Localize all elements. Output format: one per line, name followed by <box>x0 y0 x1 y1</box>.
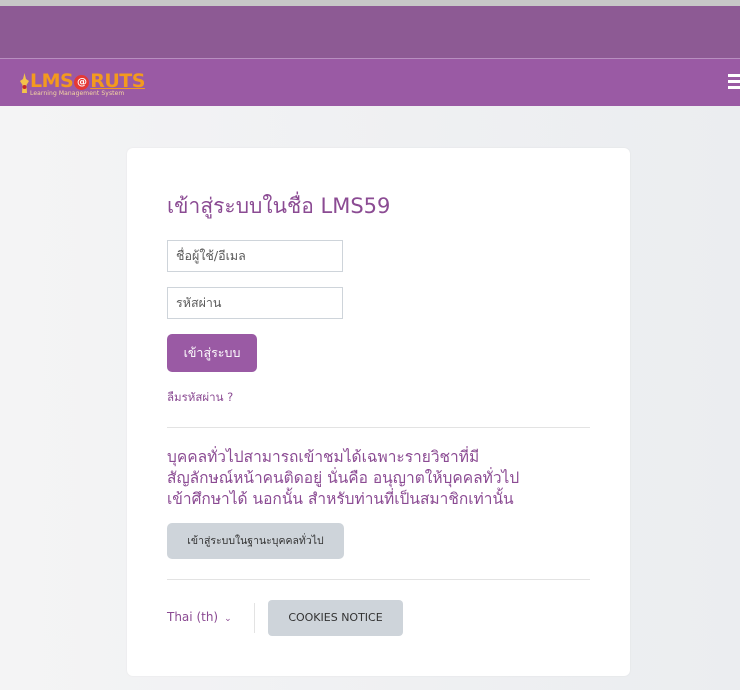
cookies-notice-button[interactable]: COOKIES NOTICE <box>268 600 403 636</box>
logo-subtitle: Learning Management System <box>30 90 125 97</box>
guest-info-line: สัญลักษณ์หน้าคนติดอยู่ นั่นคือ อนุญาตให้… <box>167 469 520 487</box>
language-label: Thai (th) <box>167 610 219 624</box>
login-title: เข้าสู่ระบบในชื่อ LMS59 <box>167 194 391 218</box>
footer-separator <box>254 603 255 633</box>
forgot-password-link[interactable]: ลืมรหัสผ่าน ? <box>167 389 233 407</box>
navbar: LMS @ RUTS Learning Management System <box>0 58 740 106</box>
guest-info-text: บุคคลทั่วไปสามารถเข้าชมได้เฉพาะรายวิชาที… <box>167 447 597 510</box>
login-button[interactable]: เข้าสู่ระบบ <box>167 334 257 372</box>
login-card: เข้าสู่ระบบในชื่อ LMS59 ชื่อผู้ใช้/อีเมล… <box>127 148 630 676</box>
divider <box>167 427 590 428</box>
password-input[interactable]: รหัสผ่าน <box>167 287 343 319</box>
language-selector[interactable]: Thai (th) ⌄ <box>167 610 232 624</box>
username-input[interactable]: ชื่อผู้ใช้/อีเมล <box>167 240 343 272</box>
top-strip <box>0 0 740 58</box>
guest-info-line: เข้าศึกษาได้ นอกนั้น สำหรับท่านที่เป็นสม… <box>167 490 514 508</box>
guest-info-line: บุคคลทั่วไปสามารถเข้าชมได้เฉพาะรายวิชาที… <box>167 448 480 466</box>
divider <box>167 579 590 580</box>
emblem-icon <box>20 73 29 93</box>
guest-login-button[interactable]: เข้าสู่ระบบในฐานะบุคคลทั่วไป <box>167 523 344 559</box>
site-logo[interactable]: LMS @ RUTS Learning Management System <box>20 71 170 97</box>
chevron-down-icon: ⌄ <box>224 614 232 624</box>
hamburger-icon[interactable] <box>728 74 740 90</box>
logo-wordmark: LMS @ RUTS <box>30 70 145 92</box>
